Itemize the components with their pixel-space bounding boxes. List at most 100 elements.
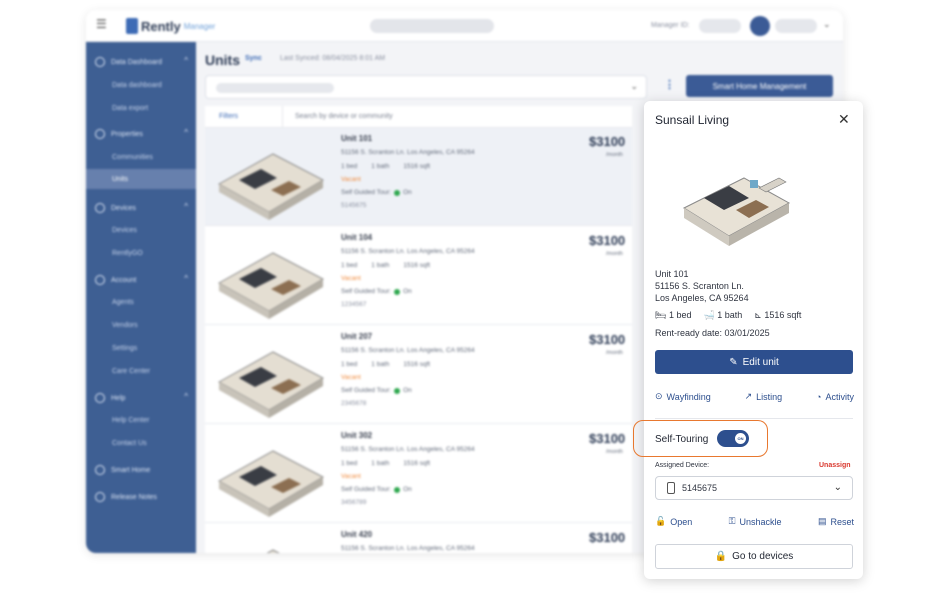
sidebar-item-devices[interactable]: Devices ^ — [86, 198, 196, 218]
unit-floorplan-image — [217, 351, 325, 418]
tour-label: Self Guided Tour: — [341, 288, 392, 295]
unit-specs: 1 bed 1 bath 1516 sqft — [341, 163, 430, 170]
status-badge: Vacant — [341, 374, 361, 381]
sidebar-item-label: Data dashboard — [112, 81, 162, 89]
open-button[interactable]: 🔓 Open — [655, 516, 692, 527]
device-select[interactable]: 5145675 ⌄ — [655, 476, 853, 500]
hamburger-menu-icon[interactable]: ☰ — [96, 18, 108, 30]
sidebar-item-agents[interactable]: Agents — [86, 292, 196, 312]
manager-id-label: Manager ID: — [651, 22, 690, 29]
lock-device-icon — [667, 482, 675, 494]
sidebar-item-label: Release Notes — [111, 493, 157, 501]
key-icon: ⚿ — [728, 516, 736, 526]
sidebar-item-label: Data export — [112, 104, 149, 112]
go-to-devices-label: Go to devices — [732, 551, 794, 562]
device-id: 5145675 — [341, 202, 367, 209]
user-name[interactable] — [775, 19, 817, 33]
table-row[interactable]: Unit 302 51156 S. Scranton Ln. Los Angele… — [205, 425, 632, 523]
listing-link[interactable]: ↗ Listing — [745, 391, 783, 402]
edit-unit-button[interactable]: ✎ Edit unit — [655, 350, 853, 374]
avatar[interactable] — [750, 16, 770, 36]
tour-label: Self Guided Tour: — [341, 387, 392, 394]
reset-button[interactable]: ▤ Reset — [818, 516, 854, 527]
chevron-down-icon: ⌄ — [833, 482, 842, 493]
sidebar-item-release-notes[interactable]: Release Notes — [86, 487, 196, 507]
bed-icon: 🛏 — [655, 310, 667, 320]
close-icon[interactable]: ✕ — [838, 112, 850, 126]
sidebar-item-label: Contact Us — [112, 439, 147, 447]
sidebar-item-properties[interactable]: Properties ^ — [86, 124, 196, 144]
bath-spec: 🛁 1 bath — [703, 310, 742, 321]
unit-line1: Unit 101 — [655, 269, 689, 279]
sidebar-item-account[interactable]: Account ^ — [86, 270, 196, 290]
section-icon — [95, 492, 105, 502]
activity-link[interactable]: ◔ Activity — [816, 391, 854, 402]
sidebar-item-data-export[interactable]: Data export — [86, 98, 196, 118]
edit-unit-label: Edit unit — [742, 356, 779, 368]
status-dot-icon — [394, 189, 401, 196]
status-badge: Vacant — [341, 176, 361, 183]
chevron-up-icon: ^ — [184, 202, 188, 211]
external-link-icon: ↗ — [744, 391, 753, 401]
wayfinding-link[interactable]: ⊙ Wayfinding — [655, 391, 711, 402]
filters-button[interactable]: Filters — [205, 105, 283, 128]
sidebar-item-units[interactable]: Units — [86, 169, 196, 189]
bath-value: 1 bath — [371, 460, 390, 467]
chevron-down-icon: ⌄ — [630, 81, 638, 91]
price-period: /month — [606, 449, 623, 455]
tour-state: On — [403, 189, 412, 196]
sqft-value: 1516 sqft — [403, 163, 431, 170]
unit-title: Unit 302 — [341, 431, 373, 440]
sync-button[interactable]: Sync — [245, 55, 262, 62]
sidebar-item-help-center[interactable]: Help Center — [86, 410, 196, 430]
unit-search-input[interactable]: Search by device or community — [283, 113, 393, 120]
bed-value: 1 bed — [341, 262, 358, 269]
community-dropdown[interactable]: ⌄ — [205, 75, 647, 99]
unassign-button[interactable]: Unassign — [819, 462, 851, 469]
unit-price: $3100 — [589, 530, 626, 545]
status-badge: Vacant — [341, 275, 361, 282]
sidebar-item-care-center[interactable]: Care Center — [86, 361, 196, 381]
self-touring-toggle[interactable]: ON — [717, 430, 749, 447]
sidebar-item-vendors[interactable]: Vendors — [86, 315, 196, 335]
sidebar-item-help[interactable]: Help ^ — [86, 388, 196, 408]
more-options-icon[interactable]: ⋮ — [664, 78, 675, 91]
smart-home-button[interactable]: Smart Home Management — [686, 75, 833, 97]
sidebar-item-rentlygo[interactable]: RentlyGO — [86, 243, 196, 263]
sqft-value: 1516 sqft — [403, 460, 431, 467]
status-dot-icon — [394, 486, 401, 493]
open-label: Open — [670, 516, 693, 527]
global-search[interactable] — [370, 19, 494, 33]
bed-value: 1 bed — [668, 310, 692, 320]
sidebar-item-data-dashboard[interactable]: Data dashboard — [86, 75, 196, 95]
table-row[interactable]: Unit 101 51156 S. Scranton Ln. Los Angele… — [205, 128, 632, 226]
unit-specs: 1 bed 1 bath 1516 sqft — [341, 262, 430, 269]
sidebar-item-settings[interactable]: Settings — [86, 338, 196, 358]
sidebar-item-smart-home[interactable]: Smart Home — [86, 460, 196, 480]
chevron-down-icon[interactable]: ⌄ — [823, 19, 831, 30]
table-row[interactable]: Unit 104 51156 S. Scranton Ln. Los Angele… — [205, 227, 632, 325]
unit-title: Unit 104 — [341, 233, 373, 242]
table-row[interactable]: Unit 207 51156 S. Scranton Ln. Los Angele… — [205, 326, 632, 424]
unit-specs: 🛏 1 bed 🛁 1 bath ⊾ 1516 sqft — [655, 310, 801, 321]
sidebar-item-label: Data Dashboard — [111, 58, 162, 66]
sidebar-item-label: Help Center — [112, 416, 150, 424]
sidebar-item-communities[interactable]: Communities — [86, 147, 196, 167]
section-icon — [95, 275, 105, 285]
go-to-devices-button[interactable]: 🔒 Go to devices — [655, 544, 853, 569]
top-bar: ☰ Rently Manager Manager ID: ⌄ — [86, 10, 843, 42]
sidebar-item-label: Communities — [112, 153, 153, 161]
unshackle-button[interactable]: ⚿ Unshackle — [729, 516, 782, 527]
unit-price: $3100 — [589, 332, 626, 347]
table-row[interactable]: Unit 420 51156 S. Scranton Ln. Los Angele… — [205, 524, 632, 553]
sidebar-item-label: Properties — [111, 130, 143, 138]
sidebar-item-devices[interactable]: Devices — [86, 220, 196, 240]
sidebar-item-data-dashboard[interactable]: Data Dashboard ^ — [86, 52, 196, 72]
sidebar-item-contact-us[interactable]: Contact Us — [86, 433, 196, 453]
device-value: 5145675 — [682, 483, 718, 493]
chevron-up-icon: ^ — [184, 56, 188, 65]
activity-icon: ◔ — [816, 391, 822, 402]
bath-value: 1 bath — [371, 163, 390, 170]
unit-title: Unit 207 — [341, 332, 373, 341]
self-touring-label: Self-Touring — [655, 434, 709, 445]
